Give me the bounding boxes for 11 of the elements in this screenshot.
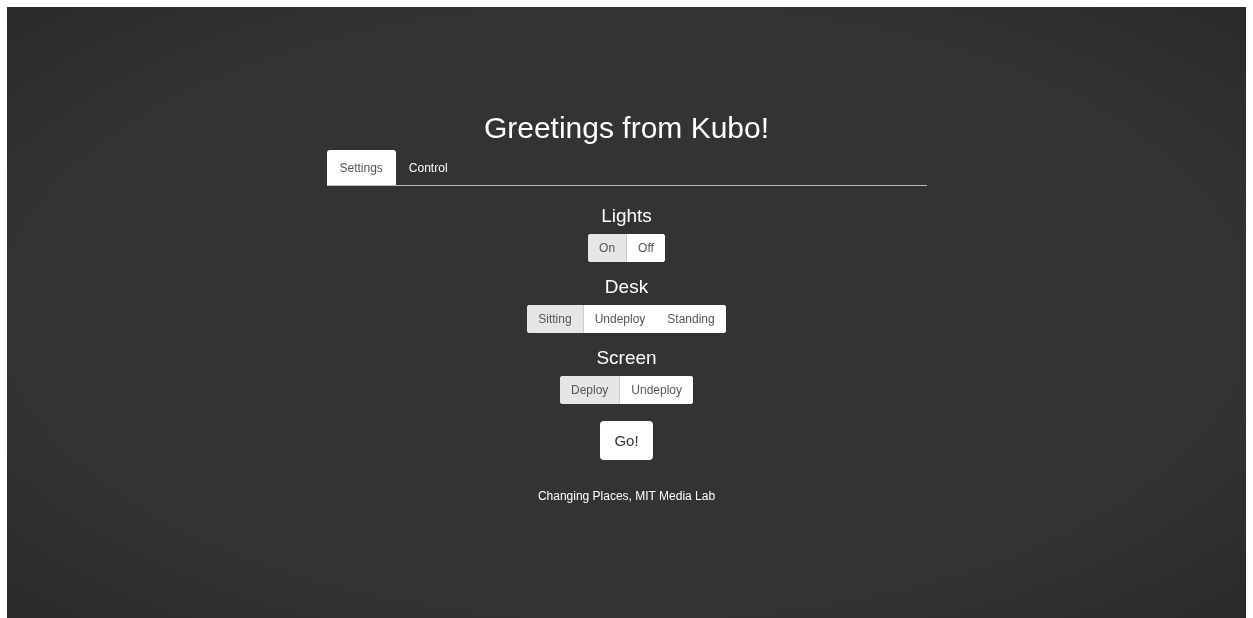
footer-text: Changing Places, MIT Media Lab: [537, 489, 716, 503]
toggle-option[interactable]: On: [588, 234, 628, 262]
tab[interactable]: Control: [395, 150, 461, 185]
section-heading: Desk: [604, 276, 649, 298]
section-heading: Lights: [601, 205, 652, 227]
go-button[interactable]: Go!: [600, 421, 653, 460]
page-title: Greetings from Kubo!: [483, 110, 770, 146]
tab[interactable]: Settings: [326, 150, 396, 185]
section-heading: Screen: [596, 347, 657, 369]
toggle-option[interactable]: Deploy: [559, 376, 621, 404]
toggle-option[interactable]: Sitting: [527, 305, 584, 333]
